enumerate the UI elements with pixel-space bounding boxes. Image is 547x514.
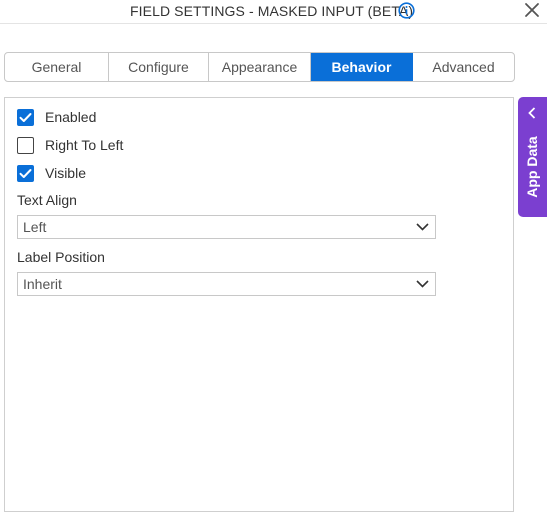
right-to-left-label: Right To Left	[45, 137, 124, 153]
right-to-left-checkbox[interactable]	[17, 136, 34, 154]
enabled-checkbox[interactable]	[17, 108, 34, 126]
text-align-select[interactable]: Left	[17, 215, 436, 239]
chevron-down-icon	[416, 223, 429, 231]
label-position-value: Inherit	[23, 276, 62, 292]
visible-option: Visible	[17, 163, 86, 183]
right-to-left-option: Right To Left	[17, 135, 123, 155]
label-position-label: Label Position	[17, 249, 105, 265]
enabled-option: Enabled	[17, 107, 96, 127]
visible-checkbox[interactable]	[17, 164, 34, 182]
app-data-label: App Data	[524, 136, 540, 198]
text-align-value: Left	[23, 219, 47, 235]
dialog-title: FIELD SETTINGS - MASKED INPUT (BETA)	[130, 3, 414, 19]
tab-behavior[interactable]: Behavior	[311, 53, 413, 81]
visible-label: Visible	[45, 165, 86, 181]
text-align-label: Text Align	[17, 192, 77, 208]
tab-advanced[interactable]: Advanced	[413, 53, 514, 81]
dialog-header: FIELD SETTINGS - MASKED INPUT (BETA)	[0, 0, 547, 24]
close-icon[interactable]	[524, 2, 540, 18]
chevron-left-icon	[528, 107, 536, 119]
tab-general[interactable]: General	[5, 53, 109, 81]
app-data-tab[interactable]: App Data	[518, 97, 547, 217]
info-icon[interactable]	[398, 2, 415, 19]
tab-configure[interactable]: Configure	[109, 53, 209, 81]
enabled-label: Enabled	[45, 109, 97, 125]
tab-appearance[interactable]: Appearance	[209, 53, 311, 81]
checkmark-icon	[19, 168, 32, 178]
behavior-panel: Enabled Right To Left Visible Text Align…	[4, 97, 514, 512]
chevron-down-icon	[416, 280, 429, 288]
settings-tabs: General Configure Appearance Behavior Ad…	[4, 52, 515, 82]
checkmark-icon	[19, 112, 32, 122]
label-position-select[interactable]: Inherit	[17, 272, 436, 296]
